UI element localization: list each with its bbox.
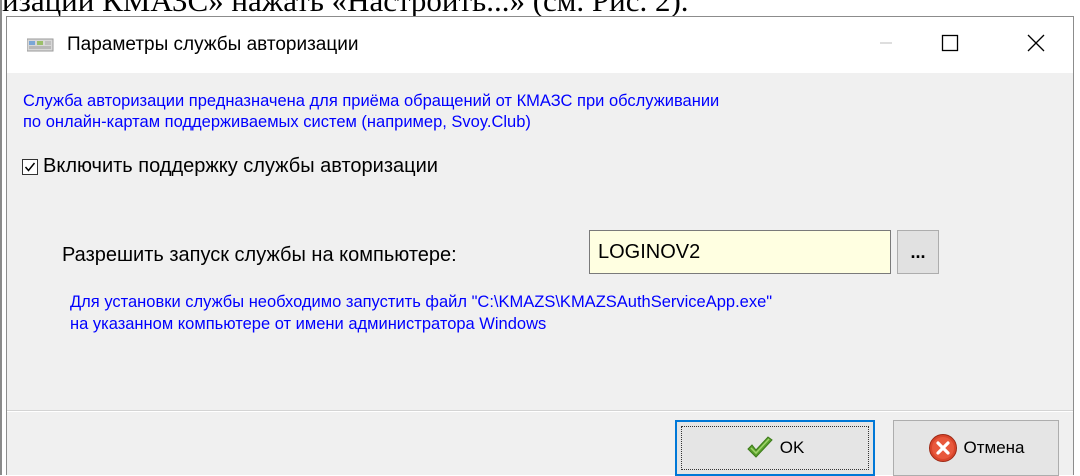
maximize-icon [941, 34, 959, 57]
maximize-button[interactable] [919, 17, 981, 73]
title-bar[interactable]: Параметры службы авторизации [7, 17, 1073, 73]
app-window-icon [27, 37, 55, 53]
window-title: Параметры службы авторизации [67, 34, 359, 55]
cancel-icon [928, 433, 958, 463]
browse-host-button[interactable]: ... [897, 230, 939, 274]
allow-host-label: Разрешить запуск службы на компьютере: [62, 244, 457, 266]
cancel-button[interactable]: Отмена [893, 420, 1059, 476]
host-computer-input[interactable] [589, 230, 891, 274]
page-edge [0, 0, 2, 475]
note-line: на указанном компьютере от имени админис… [70, 315, 547, 333]
install-note: Для установки службы необходимо запустит… [70, 291, 772, 335]
dialog-window: Параметры службы авторизации Служба авто… [6, 16, 1074, 476]
focus-rectangle [681, 426, 869, 470]
close-button[interactable] [1005, 17, 1067, 73]
checkbox-box[interactable] [22, 158, 38, 175]
note-line: Для установки службы необходимо запустит… [70, 293, 773, 311]
enable-service-label: Включить поддержку службы авторизации [43, 155, 438, 177]
checkmark-glyph-icon [24, 162, 36, 172]
dialog-content: Служба авторизации предназначена для при… [7, 73, 1073, 476]
cancel-label: Отмена [963, 438, 1025, 457]
service-description: Служба авторизации предназначена для при… [23, 91, 719, 133]
close-icon [1027, 34, 1045, 57]
minimize-button[interactable] [855, 17, 917, 73]
background-document-text: изации КМАЗС» нажать «Настроить...» (см.… [0, 0, 1080, 16]
footer-divider-highlight [7, 411, 1073, 412]
description-line: по онлайн-картам поддерживаемых систем (… [23, 113, 531, 131]
minimize-icon [879, 36, 893, 55]
enable-service-checkbox[interactable]: Включить поддержку службы авторизации [22, 155, 438, 178]
ok-button[interactable]: OK [675, 420, 875, 476]
description-line: Служба авторизации предназначена для при… [23, 92, 720, 110]
